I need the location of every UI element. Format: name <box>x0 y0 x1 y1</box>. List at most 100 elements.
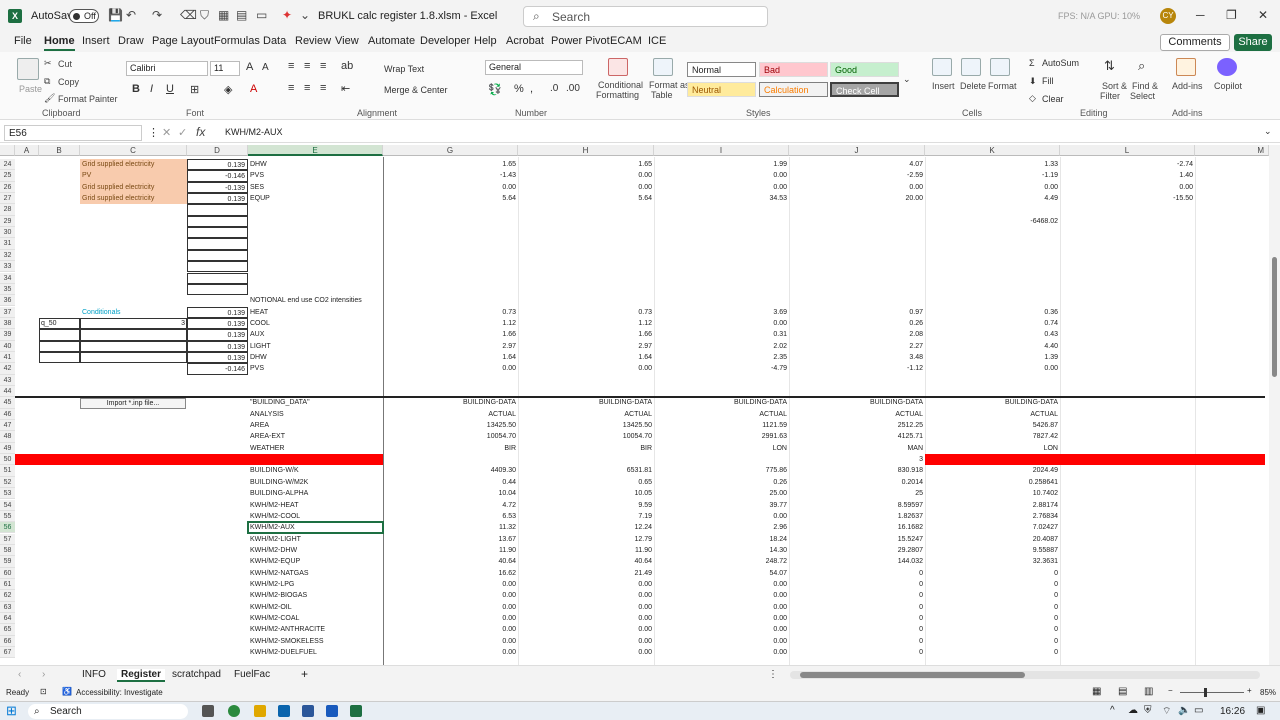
grid-cell[interactable]: 0.00 <box>518 182 654 193</box>
row-header[interactable]: 24 <box>0 159 15 171</box>
name-box[interactable]: E56 <box>4 125 142 141</box>
autosave-toggle[interactable]: Off <box>69 9 99 23</box>
bordered-cell[interactable] <box>187 261 248 273</box>
onedrive-tray-icon[interactable]: ☁ <box>1128 705 1138 716</box>
tab-acrobat[interactable]: Acrobat <box>506 35 544 47</box>
grid-cell[interactable]: 0 <box>925 579 1060 590</box>
grid-cell[interactable]: 0.00 <box>518 579 654 590</box>
grid-cell[interactable]: BIR <box>383 443 518 454</box>
grid-cell[interactable]: 2.76834 <box>925 511 1060 522</box>
grid-cell[interactable]: 0.00 <box>1060 182 1195 193</box>
row-header[interactable]: 50 <box>0 454 15 466</box>
taskbar-search[interactable]: ⌕ Search <box>28 704 188 719</box>
row-header[interactable]: 58 <box>0 544 15 557</box>
row-header[interactable]: 57 <box>0 533 15 545</box>
grid-cell[interactable]: KWH/M2-LIGHT <box>248 534 383 545</box>
format-cells-button[interactable]: Format <box>988 81 1017 91</box>
find-select-label[interactable]: Find & <box>1132 81 1158 91</box>
grid-cell[interactable]: 0 <box>789 568 925 579</box>
bordered-cell[interactable] <box>187 204 248 216</box>
font-size-select[interactable]: 11 <box>210 61 240 76</box>
orientation-icon[interactable]: ab <box>341 60 353 72</box>
grid-cell[interactable]: Conditionals <box>80 307 187 318</box>
bordered-cell[interactable] <box>80 329 187 341</box>
grid-cell[interactable]: -0.139 <box>187 181 248 193</box>
grid-cell[interactable]: BUILDING-DATA <box>789 397 925 408</box>
avatar[interactable]: CY <box>1160 8 1176 24</box>
align-middle-icon[interactable]: ≡ <box>304 60 310 72</box>
wifi-icon[interactable]: ⌔ <box>1162 705 1171 718</box>
grid-cell[interactable]: 32.3631 <box>925 556 1060 567</box>
row-header[interactable]: 32 <box>0 249 15 262</box>
column-header[interactable]: B <box>39 145 80 156</box>
grid-cell[interactable]: 0.00 <box>383 647 518 658</box>
bordered-cell[interactable] <box>39 351 80 364</box>
row-header[interactable]: 41 <box>0 351 15 364</box>
paste-icon[interactable] <box>17 58 39 80</box>
row-header[interactable]: 27 <box>0 193 15 205</box>
grid-cell[interactable]: 144.032 <box>789 556 925 567</box>
font-name-select[interactable]: Calibri <box>126 61 208 76</box>
sort-filter-icon[interactable]: ⇅ <box>1104 58 1115 74</box>
grid-cell[interactable]: 0.00 <box>654 613 789 624</box>
onedrive-icon[interactable] <box>326 705 338 717</box>
grid-cell[interactable]: 2.88174 <box>925 500 1060 511</box>
bordered-cell[interactable] <box>187 238 248 250</box>
grid-cell[interactable]: 0.00 <box>654 511 789 522</box>
decrease-font-icon[interactable]: A <box>262 62 269 73</box>
grid-cell[interactable]: 5426.87 <box>925 420 1060 431</box>
row-header[interactable]: 34 <box>0 272 15 284</box>
import-inp-file-button[interactable]: Import *.inp file... <box>80 398 186 410</box>
grid-cell[interactable]: 11.90 <box>518 545 654 556</box>
row-header[interactable]: 46 <box>0 408 15 420</box>
customize-quick-access-icon[interactable]: ⌄ <box>300 8 310 22</box>
search-box[interactable]: ⌕ Search <box>523 6 768 27</box>
grid-cell[interactable]: BUILDING-DATA <box>925 397 1060 408</box>
grid-cell[interactable]: 1.12 <box>518 318 654 329</box>
row-header[interactable]: 51 <box>0 465 15 477</box>
format-as-table-label-2[interactable]: Table <box>651 90 673 100</box>
grid-cell[interactable]: 3.48 <box>789 352 925 363</box>
grid-cell[interactable]: AREA-EXT <box>248 431 383 442</box>
grid-cell[interactable]: 0.00 <box>383 624 518 635</box>
grid-cell[interactable]: 0.00 <box>518 647 654 658</box>
row-header[interactable]: 36 <box>0 295 15 307</box>
grid-cell[interactable]: 11.32 <box>383 522 518 533</box>
volume-icon[interactable]: 🔈 <box>1178 705 1190 716</box>
grid-cell[interactable]: 3.00 <box>383 454 518 465</box>
comments-button[interactable]: Comments <box>1160 34 1230 51</box>
grid-cell[interactable]: 2.27 <box>789 341 925 352</box>
grid-cell[interactable]: 1.82637 <box>789 511 925 522</box>
row-header[interactable]: 42 <box>0 363 15 375</box>
grid-cell[interactable]: 16.62 <box>383 568 518 579</box>
grid-cell[interactable]: 0.00 <box>925 182 1060 193</box>
grid-cell[interactable]: ANALYSIS <box>248 409 383 420</box>
tab-automate[interactable]: Automate <box>368 35 415 47</box>
column-header[interactable]: E <box>248 145 383 156</box>
copilot-button[interactable]: Copilot <box>1214 81 1242 91</box>
row-header[interactable]: 44 <box>0 386 15 398</box>
grid-cell[interactable]: BUILDING-DATA <box>654 397 789 408</box>
grid-cell[interactable]: 1.66 <box>518 329 654 340</box>
grid-cell[interactable]: 0 <box>789 579 925 590</box>
row-header[interactable]: 62 <box>0 590 15 602</box>
column-header[interactable]: M <box>1195 145 1269 156</box>
grid-cell[interactable]: 18.24 <box>654 534 789 545</box>
grid-cell[interactable]: 6531.81 <box>518 465 654 476</box>
find-select-label-2[interactable]: Select <box>1130 91 1155 101</box>
row-header[interactable]: 39 <box>0 329 15 341</box>
grid-cell[interactable]: 0.00 <box>789 182 925 193</box>
horizontal-scrollbar[interactable] <box>790 671 1260 679</box>
grid-cell[interactable]: COOL <box>248 318 383 329</box>
style-good[interactable]: Good <box>830 62 899 77</box>
windows-start-icon[interactable]: ⊞ <box>6 703 17 719</box>
grid-cell[interactable]: 40.64 <box>518 556 654 567</box>
grid-cell[interactable]: 0.139 <box>187 306 248 318</box>
grid-cell[interactable]: HEAT <box>248 307 383 318</box>
grid-cell[interactable]: 0.139 <box>187 351 248 364</box>
add-ins-button[interactable]: Add-ins <box>1172 81 1203 91</box>
tab-home[interactable]: Home <box>44 35 75 51</box>
layout-icon[interactable]: ▭ <box>256 8 267 22</box>
grid-cell[interactable]: ACTUAL <box>789 409 925 420</box>
column-header[interactable]: I <box>654 145 789 156</box>
